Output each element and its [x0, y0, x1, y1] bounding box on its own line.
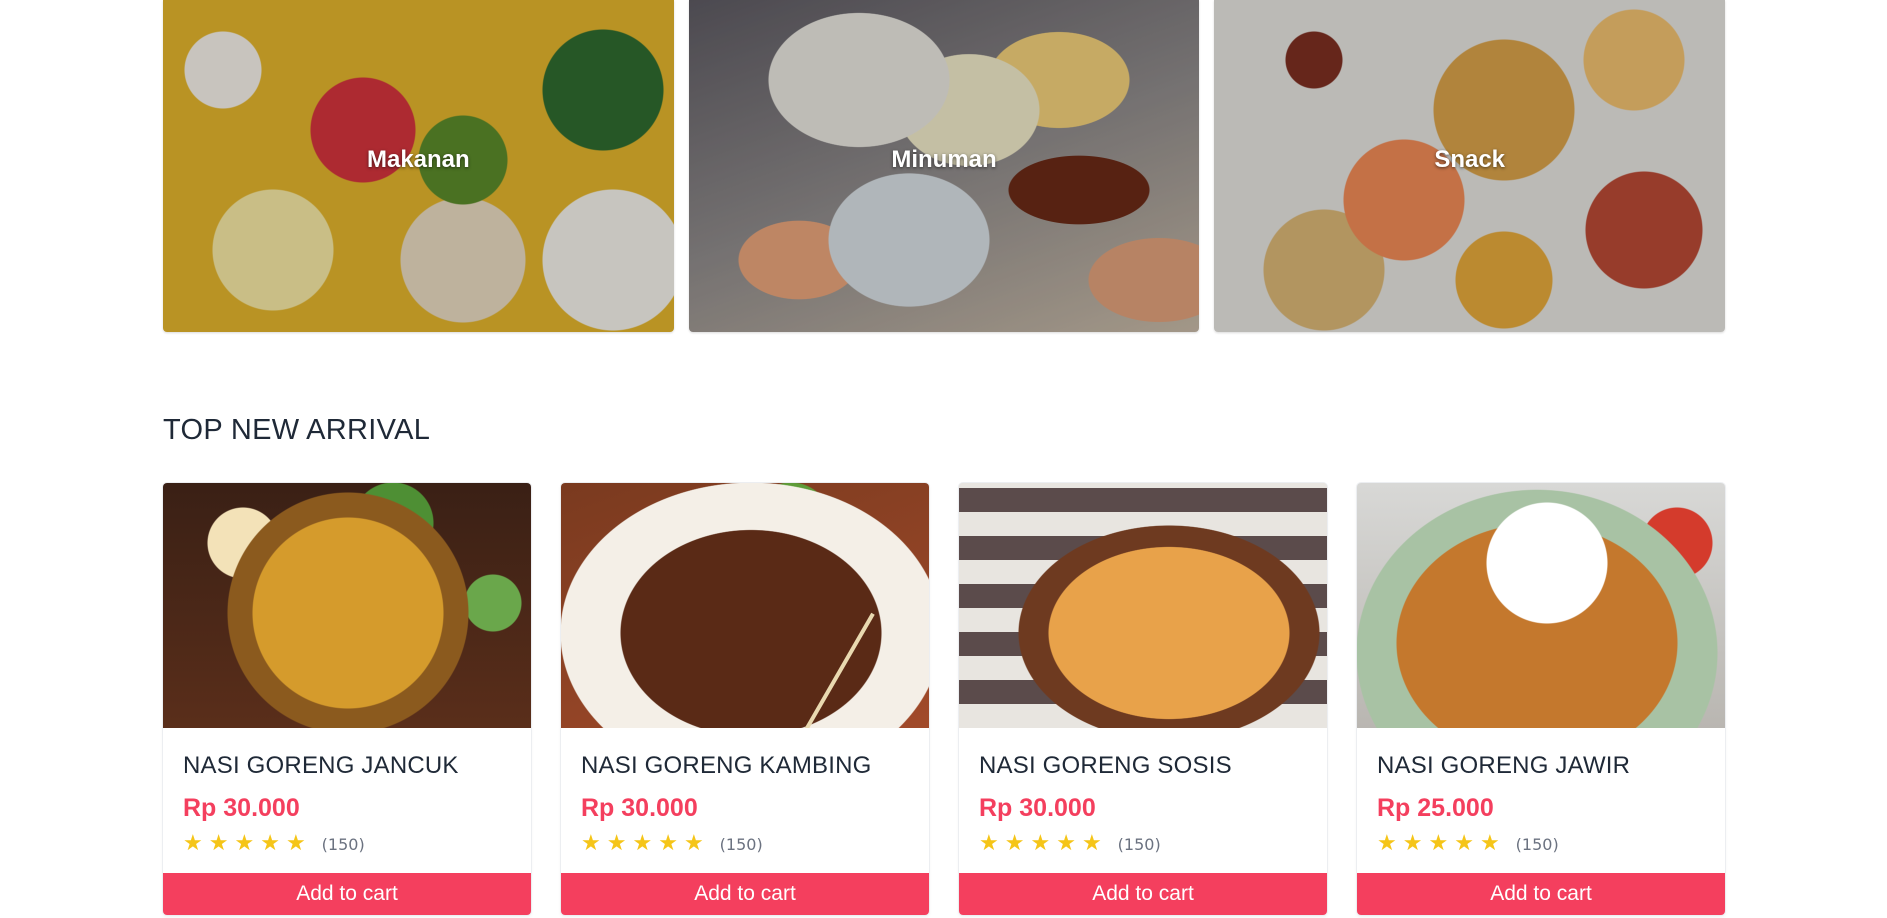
star-icon: ★ — [581, 831, 601, 856]
product-price: Rp 30.000 — [979, 794, 1096, 822]
product-price: Rp 30.000 — [183, 794, 300, 822]
star-icon: ★ — [1056, 831, 1076, 856]
category-grid: Makanan Minuman Snack — [163, 0, 1726, 332]
product-name[interactable]: NASI GORENG JAWIR — [1377, 752, 1705, 780]
category-label-minuman: Minuman — [891, 146, 997, 173]
star-icon: ★ — [1377, 831, 1397, 856]
product-image[interactable] — [561, 483, 929, 728]
star-icon: ★ — [1081, 831, 1102, 856]
add-to-cart-button[interactable]: Add to cart — [959, 873, 1327, 915]
product-rating: ★ ★ ★ ★ ★ (150) — [581, 833, 909, 855]
product-rating: ★ ★ ★ ★ ★ (150) — [1377, 833, 1705, 855]
category-label-makanan: Makanan — [366, 146, 470, 173]
product-price: Rp 25.000 — [1377, 794, 1494, 822]
product-card[interactable]: NASI GORENG JANCUK Rp 30.000 ★ ★ ★ ★ ★ (… — [163, 483, 531, 915]
product-body: NASI GORENG SOSIS Rp 30.000 ★ ★ ★ ★ ★ (1… — [959, 752, 1327, 855]
category-card-snack[interactable]: Snack — [1214, 0, 1726, 332]
section-title: TOP NEW ARRIVAL — [163, 414, 431, 446]
product-body: NASI GORENG JANCUK Rp 30.000 ★ ★ ★ ★ ★ (… — [163, 752, 531, 855]
product-card[interactable]: NASI GORENG JAWIR Rp 25.000 ★ ★ ★ ★ ★ (1… — [1357, 483, 1725, 915]
star-icon: ★ — [658, 831, 678, 856]
product-body: NASI GORENG JAWIR Rp 25.000 ★ ★ ★ ★ ★ (1… — [1357, 752, 1725, 855]
star-icon: ★ — [606, 831, 627, 856]
review-count: (150) — [1515, 834, 1559, 854]
star-icon: ★ — [632, 831, 653, 856]
star-icon: ★ — [285, 831, 306, 856]
star-icon: ★ — [1402, 831, 1423, 856]
add-to-cart-button[interactable]: Add to cart — [561, 873, 929, 915]
product-name[interactable]: NASI GORENG JANCUK — [183, 752, 511, 780]
star-icon: ★ — [260, 831, 280, 856]
star-icon: ★ — [183, 831, 203, 856]
star-icon: ★ — [979, 831, 999, 856]
add-to-cart-button[interactable]: Add to cart — [163, 873, 531, 915]
review-count: (150) — [1117, 834, 1161, 854]
product-body: NASI GORENG KAMBING Rp 30.000 ★ ★ ★ ★ ★ … — [561, 752, 929, 855]
category-label-snack: Snack — [1434, 146, 1506, 173]
product-image[interactable] — [959, 483, 1327, 728]
product-rating: ★ ★ ★ ★ ★ (150) — [979, 833, 1307, 855]
star-icon: ★ — [683, 831, 704, 856]
star-icon: ★ — [1454, 831, 1474, 856]
product-grid: NASI GORENG JANCUK Rp 30.000 ★ ★ ★ ★ ★ (… — [163, 483, 1725, 915]
star-icon: ★ — [1428, 831, 1449, 856]
product-rating: ★ ★ ★ ★ ★ (150) — [183, 833, 511, 855]
product-card[interactable]: NASI GORENG KAMBING Rp 30.000 ★ ★ ★ ★ ★ … — [561, 483, 929, 915]
add-to-cart-button[interactable]: Add to cart — [1357, 873, 1725, 915]
product-price: Rp 30.000 — [581, 794, 698, 822]
star-icon: ★ — [1030, 831, 1051, 856]
skewer-decoration — [791, 612, 875, 728]
product-name[interactable]: NASI GORENG SOSIS — [979, 752, 1307, 780]
category-card-minuman[interactable]: Minuman — [688, 0, 1200, 332]
review-count: (150) — [719, 834, 763, 854]
review-count: (150) — [321, 834, 365, 854]
product-image[interactable] — [1357, 483, 1725, 728]
category-card-makanan[interactable]: Makanan — [163, 0, 674, 332]
product-image[interactable] — [163, 483, 531, 728]
product-name[interactable]: NASI GORENG KAMBING — [581, 752, 909, 780]
product-card[interactable]: NASI GORENG SOSIS Rp 30.000 ★ ★ ★ ★ ★ (1… — [959, 483, 1327, 915]
star-icon: ★ — [234, 831, 255, 856]
star-icon: ★ — [1004, 831, 1025, 856]
star-icon: ★ — [1479, 831, 1500, 856]
star-icon: ★ — [208, 831, 229, 856]
